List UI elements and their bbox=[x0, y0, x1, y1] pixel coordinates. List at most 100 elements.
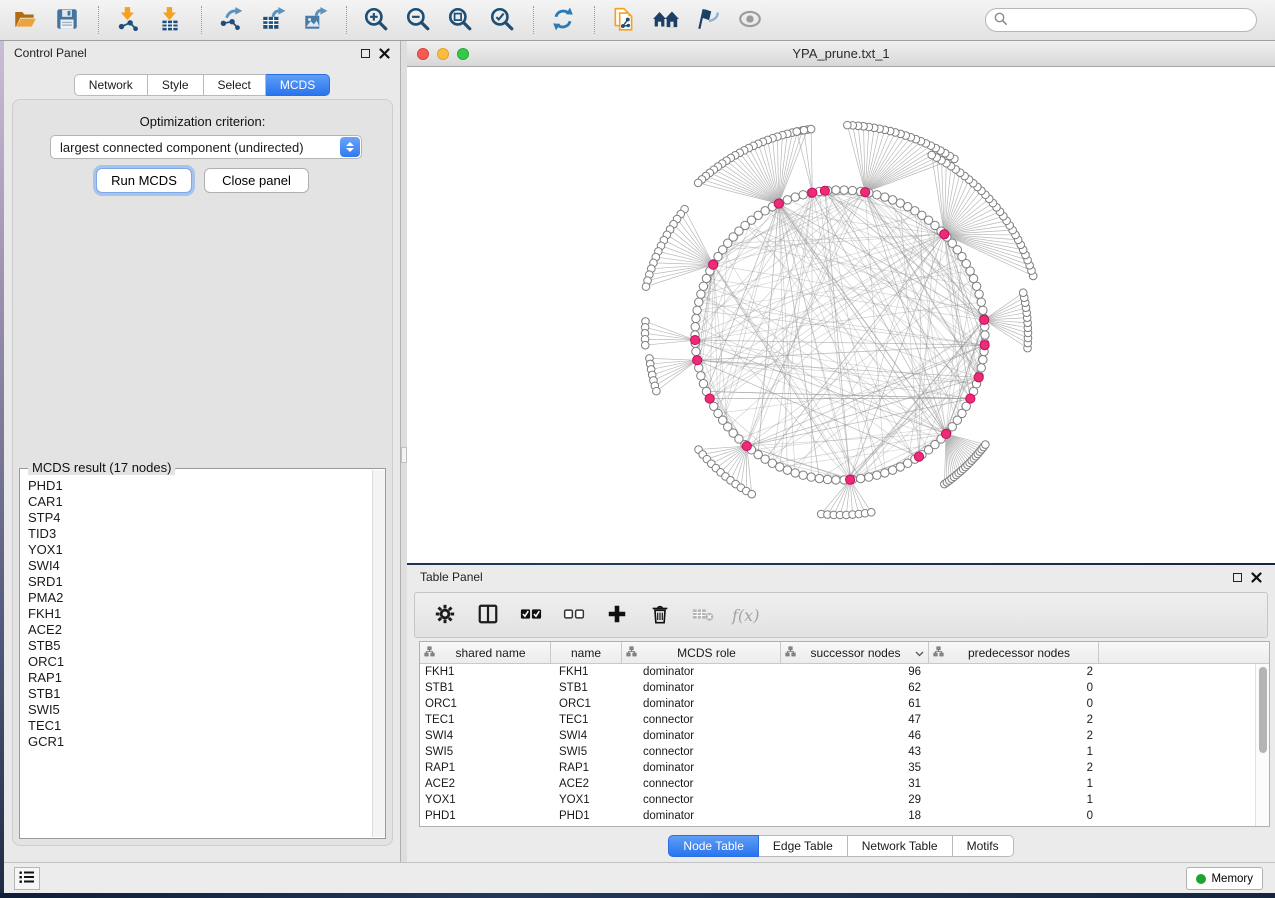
tab-mcds[interactable]: MCDS bbox=[266, 74, 330, 96]
mcds-result-item[interactable]: SWI5 bbox=[28, 702, 371, 718]
table-settings-button[interactable] bbox=[431, 601, 459, 629]
cell-shared-name[interactable]: RAP1 bbox=[420, 762, 551, 774]
mcds-result-item[interactable]: FKH1 bbox=[28, 606, 371, 622]
mcds-result-item[interactable]: STB1 bbox=[28, 686, 371, 702]
cell-shared-name[interactable]: PHD1 bbox=[420, 810, 551, 822]
mcds-result-item[interactable]: TID3 bbox=[28, 526, 371, 542]
table-row[interactable]: STB1STB1dominator620 bbox=[420, 680, 1269, 696]
cell-MCDS-role[interactable]: dominator bbox=[622, 666, 781, 678]
search-box[interactable] bbox=[985, 8, 1257, 32]
cell-predecessor-nodes[interactable]: 0 bbox=[929, 698, 1099, 710]
cell-shared-name[interactable]: YOX1 bbox=[420, 794, 551, 806]
search-input[interactable] bbox=[1009, 11, 1256, 29]
cell-shared-name[interactable]: ORC1 bbox=[420, 698, 551, 710]
table-row[interactable]: ACE2ACE2connector311 bbox=[420, 776, 1269, 792]
tab-select[interactable]: Select bbox=[204, 74, 266, 96]
cell-successor-nodes[interactable]: 43 bbox=[781, 746, 929, 758]
mcds-result-item[interactable]: STB5 bbox=[28, 638, 371, 654]
task-history-button[interactable] bbox=[14, 867, 40, 890]
mcds-result-item[interactable]: GCR1 bbox=[28, 734, 371, 750]
cell-MCDS-role[interactable]: dominator bbox=[622, 698, 781, 710]
cell-MCDS-role[interactable]: dominator bbox=[622, 810, 781, 822]
close-panel-icon[interactable] bbox=[1251, 572, 1262, 583]
cell-successor-nodes[interactable]: 61 bbox=[781, 698, 929, 710]
mcds-result-item[interactable]: PHD1 bbox=[28, 478, 371, 494]
cell-predecessor-nodes[interactable]: 2 bbox=[929, 666, 1099, 678]
column-header-name[interactable]: name bbox=[551, 642, 622, 663]
cell-successor-nodes[interactable]: 96 bbox=[781, 666, 929, 678]
tab-edge-table[interactable]: Edge Table bbox=[759, 835, 848, 857]
cell-predecessor-nodes[interactable]: 1 bbox=[929, 794, 1099, 806]
cell-shared-name[interactable]: STB1 bbox=[420, 682, 551, 694]
mcds-result-item[interactable]: PMA2 bbox=[28, 590, 371, 606]
cell-MCDS-role[interactable]: connector bbox=[622, 746, 781, 758]
cell-MCDS-role[interactable]: dominator bbox=[622, 730, 781, 742]
column-header-shared-name[interactable]: shared name bbox=[420, 642, 551, 663]
network-window-titlebar[interactable]: YPA_prune.txt_1 bbox=[407, 41, 1275, 67]
tab-node-table[interactable]: Node Table bbox=[668, 835, 759, 857]
split-view-button[interactable] bbox=[474, 601, 502, 629]
clone-network-button[interactable] bbox=[609, 5, 639, 35]
close-panel-icon[interactable] bbox=[379, 48, 390, 59]
cell-name[interactable]: SWI4 bbox=[551, 730, 622, 742]
criterion-dropdown[interactable]: largest connected component (undirected) bbox=[50, 135, 362, 159]
zoom-selected-button[interactable] bbox=[487, 5, 517, 35]
table-row[interactable]: SWI5SWI5connector431 bbox=[420, 744, 1269, 760]
tab-style[interactable]: Style bbox=[148, 74, 204, 96]
zoom-in-button[interactable] bbox=[361, 5, 391, 35]
mcds-result-item[interactable]: SWI4 bbox=[28, 558, 371, 574]
open-file-button[interactable] bbox=[10, 5, 40, 35]
cell-predecessor-nodes[interactable]: 2 bbox=[929, 730, 1099, 742]
mcds-result-scrollbar[interactable] bbox=[372, 470, 385, 837]
cell-successor-nodes[interactable]: 29 bbox=[781, 794, 929, 806]
cell-predecessor-nodes[interactable]: 0 bbox=[929, 682, 1099, 694]
tab-network[interactable]: Network bbox=[74, 74, 148, 96]
table-row[interactable]: RAP1RAP1dominator352 bbox=[420, 760, 1269, 776]
export-image-button[interactable] bbox=[300, 5, 330, 35]
toggle-visibility-button[interactable] bbox=[735, 5, 765, 35]
memory-button[interactable]: Memory bbox=[1186, 867, 1263, 890]
mcds-result-item[interactable]: TEC1 bbox=[28, 718, 371, 734]
table-scrollbar[interactable] bbox=[1255, 664, 1269, 826]
node-table[interactable]: shared namenameMCDS rolesuccessor nodesp… bbox=[419, 641, 1270, 827]
table-row[interactable]: SWI4SWI4dominator462 bbox=[420, 728, 1269, 744]
zoom-out-button[interactable] bbox=[403, 5, 433, 35]
cell-successor-nodes[interactable]: 18 bbox=[781, 810, 929, 822]
cell-MCDS-role[interactable]: connector bbox=[622, 778, 781, 790]
cell-predecessor-nodes[interactable]: 0 bbox=[929, 810, 1099, 822]
chevron-down-icon[interactable] bbox=[915, 646, 924, 660]
cell-successor-nodes[interactable]: 47 bbox=[781, 714, 929, 726]
cell-name[interactable]: FKH1 bbox=[551, 666, 622, 678]
maximize-window-icon[interactable] bbox=[457, 48, 469, 60]
cell-predecessor-nodes[interactable]: 2 bbox=[929, 714, 1099, 726]
add-column-button[interactable] bbox=[603, 601, 631, 629]
run-mcds-button[interactable]: Run MCDS bbox=[96, 168, 192, 193]
table-row[interactable]: PHD1PHD1dominator180 bbox=[420, 808, 1269, 824]
table-row[interactable]: FKH1FKH1dominator962 bbox=[420, 664, 1269, 680]
cell-MCDS-role[interactable]: connector bbox=[622, 714, 781, 726]
cell-name[interactable]: PHD1 bbox=[551, 810, 622, 822]
cell-MCDS-role[interactable]: connector bbox=[622, 794, 781, 806]
select-all-button[interactable] bbox=[517, 601, 545, 629]
export-table-button[interactable] bbox=[258, 5, 288, 35]
refresh-button[interactable] bbox=[548, 5, 578, 35]
cell-successor-nodes[interactable]: 31 bbox=[781, 778, 929, 790]
cell-successor-nodes[interactable]: 46 bbox=[781, 730, 929, 742]
column-header-MCDS-role[interactable]: MCDS role bbox=[622, 642, 781, 663]
cell-shared-name[interactable]: SWI5 bbox=[420, 746, 551, 758]
table-row[interactable]: TEC1TEC1connector472 bbox=[420, 712, 1269, 728]
float-panel-icon[interactable] bbox=[1233, 573, 1242, 582]
import-network-button[interactable] bbox=[113, 5, 143, 35]
cell-name[interactable]: RAP1 bbox=[551, 762, 622, 774]
column-header-successor-nodes[interactable]: successor nodes bbox=[781, 642, 929, 663]
cell-predecessor-nodes[interactable]: 1 bbox=[929, 778, 1099, 790]
mcds-result-item[interactable]: YOX1 bbox=[28, 542, 371, 558]
cell-shared-name[interactable]: TEC1 bbox=[420, 714, 551, 726]
cell-MCDS-role[interactable]: dominator bbox=[622, 762, 781, 774]
close-window-icon[interactable] bbox=[417, 48, 429, 60]
network-view-canvas[interactable] bbox=[407, 67, 1275, 563]
function-builder-button[interactable]: f(x) bbox=[732, 601, 759, 629]
column-header-predecessor-nodes[interactable]: predecessor nodes bbox=[929, 642, 1099, 663]
cell-name[interactable]: SWI5 bbox=[551, 746, 622, 758]
float-panel-icon[interactable] bbox=[361, 49, 370, 58]
